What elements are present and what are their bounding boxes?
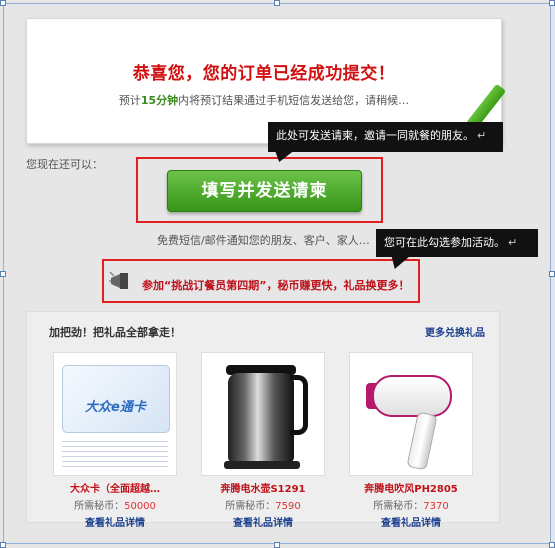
gift-detail-link[interactable]: 查看礼品详情 xyxy=(201,514,325,529)
gift-detail-link[interactable]: 查看礼品详情 xyxy=(53,514,177,529)
resize-handle-bottom-center[interactable] xyxy=(274,542,280,548)
return-mark: ↵ xyxy=(477,129,487,142)
resize-handle-top-center[interactable] xyxy=(274,0,280,6)
megaphone-icon xyxy=(109,271,128,289)
resize-handle-right[interactable] xyxy=(549,271,555,277)
gift-item[interactable]: 奔腾电水壶S1291 所需秘币：7590 查看礼品详情 xyxy=(201,352,325,529)
gift-name[interactable]: 大众卡（全面超越… xyxy=(53,480,177,495)
wait-time: 15分钟 xyxy=(140,94,179,107)
gift-section: 加把劲！把礼品全部拿走！ 更多兑换礼品 大众e通卡 大众卡（全面超越… 所需秘币… xyxy=(26,311,500,529)
gift-price: 所需秘币：7370 xyxy=(349,497,473,512)
gift-detail-link[interactable]: 查看礼品详情 xyxy=(349,514,473,529)
gift-image-kettle[interactable] xyxy=(201,352,325,476)
dryer-handle xyxy=(406,411,438,471)
gift-price: 所需秘币：50000 xyxy=(53,497,177,512)
price-value: 7370 xyxy=(423,501,449,512)
now-label: 您现在还可以： xyxy=(26,158,103,171)
dryer-head xyxy=(372,375,452,417)
price-label: 所需秘币： xyxy=(373,501,424,512)
success-subtitle: 预计15分钟内将预订结果通过手机短信发送给您，请稍候… xyxy=(27,92,501,108)
kettle-handle xyxy=(290,375,308,435)
price-value: 50000 xyxy=(124,501,156,512)
gift-image-card[interactable]: 大众e通卡 xyxy=(53,352,177,476)
send-invitation-button[interactable]: 填写并发送请柬 xyxy=(167,170,362,212)
challenge-promo-link[interactable]: 参加“挑战订餐员第四期”，秘币赚更快，礼品换更多！ xyxy=(142,277,409,293)
member-card-picture: 大众e通卡 xyxy=(62,365,170,433)
price-value: 7590 xyxy=(275,501,301,512)
resize-handle-top-right[interactable] xyxy=(549,0,555,6)
resize-handle-top-left[interactable] xyxy=(0,0,6,6)
return-mark: ↵ xyxy=(508,236,518,249)
gift-name[interactable]: 奔腾电水壶S1291 xyxy=(201,480,325,495)
gift-price: 所需秘币：7590 xyxy=(201,497,325,512)
callout-invite-text: 此处可发送请柬，邀请一同就餐的朋友。 xyxy=(276,129,474,142)
price-label: 所需秘币： xyxy=(225,501,276,512)
subtitle-suffix: 内将预订结果通过手机短信发送给您，请稍候… xyxy=(178,94,410,107)
callout-invite-tip: 此处可发送请柬，邀请一同就餐的朋友。 ↵ xyxy=(268,122,503,152)
resize-handle-bottom-left[interactable] xyxy=(0,542,6,548)
callout-promo-text: 您可在此勾选参加活动。 xyxy=(384,236,505,249)
success-title: 恭喜您，您的订单已经成功提交！ xyxy=(132,64,396,84)
kettle-body xyxy=(228,373,294,463)
notify-description: 免费短信/邮件通知您的朋友、客户、家人… xyxy=(157,234,370,247)
subtitle-prefix: 预计 xyxy=(118,94,141,107)
gift-item[interactable]: 大众e通卡 大众卡（全面超越… 所需秘币：50000 查看礼品详情 xyxy=(53,352,177,529)
gift-name[interactable]: 奔腾电吹风PH2805 xyxy=(349,480,473,495)
card-description-lines xyxy=(62,437,168,471)
more-gifts-link[interactable]: 更多兑换礼品 xyxy=(425,324,485,339)
callout-promo-tip: 您可在此勾选参加活动。 ↵ xyxy=(376,229,538,257)
kettle-base xyxy=(224,461,300,469)
gift-image-hairdryer[interactable] xyxy=(349,352,473,476)
gift-section-title: 加把劲！把礼品全部拿走！ xyxy=(49,326,181,339)
gift-item[interactable]: 奔腾电吹风PH2805 所需秘币：7370 查看礼品详情 xyxy=(349,352,473,529)
resize-handle-bottom-right[interactable] xyxy=(549,542,555,548)
resize-handle-left[interactable] xyxy=(0,271,6,277)
price-label: 所需秘币： xyxy=(74,501,125,512)
card-logo-text: 大众e通卡 xyxy=(85,400,146,415)
